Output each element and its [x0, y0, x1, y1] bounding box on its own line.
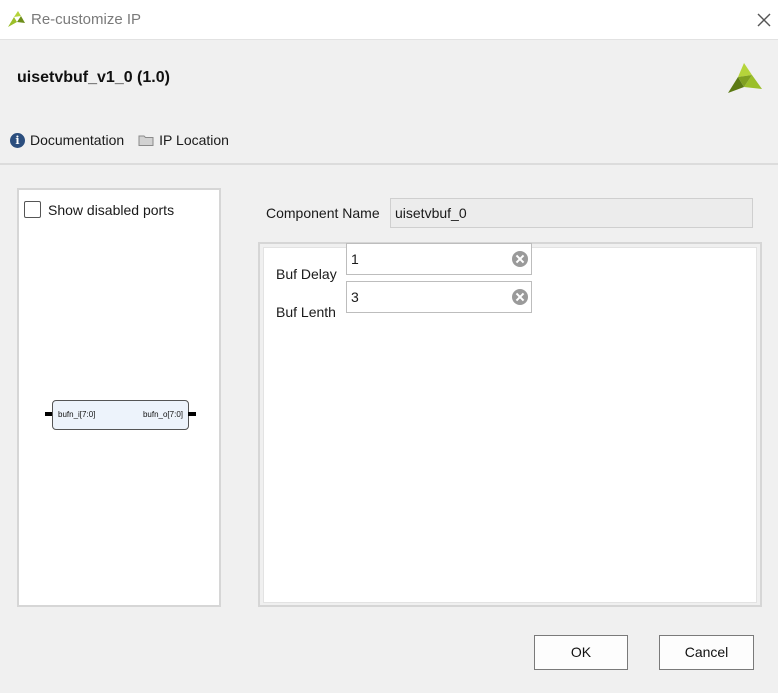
component-name-field[interactable]: uisetvbuf_0	[390, 198, 753, 228]
output-port-stub	[188, 412, 196, 416]
documentation-label: Documentation	[30, 132, 125, 148]
ip-header: uisetvbuf_v1_0 (1.0) i Documentation IP …	[0, 40, 778, 165]
cancel-button[interactable]: Cancel	[659, 635, 754, 670]
ip-name-title: uisetvbuf_v1_0 (1.0)	[17, 69, 170, 86]
ok-button[interactable]: OK	[534, 635, 628, 670]
documentation-link[interactable]: i Documentation	[10, 132, 124, 148]
info-icon: i	[10, 132, 25, 148]
buf-delay-label: Buf Delay	[276, 266, 337, 282]
parameters-area: Buf Delay 1 Buf Lenth 3	[263, 243, 757, 603]
close-icon[interactable]	[756, 12, 772, 28]
clear-icon[interactable]	[512, 251, 528, 267]
buf-lenth-input[interactable]: 3	[346, 281, 532, 313]
buf-lenth-label: Buf Lenth	[276, 304, 336, 320]
window-title: Re-customize IP	[31, 11, 142, 28]
checkbox-box[interactable]	[24, 201, 41, 218]
title-bar: Re-customize IP	[0, 0, 778, 40]
ip-location-label: IP Location	[159, 132, 229, 148]
show-disabled-ports-label: Show disabled ports	[48, 201, 175, 218]
clear-icon[interactable]	[512, 289, 528, 305]
symbol-panel: Show disabled ports bufn_i[7:0] bufn_o[7…	[17, 188, 221, 607]
ip-location-link[interactable]: IP Location	[138, 132, 229, 148]
buf-delay-input[interactable]: 1	[346, 243, 532, 275]
component-name-label: Component Name	[266, 205, 380, 221]
folder-icon	[138, 135, 154, 146]
input-port-label: bufn_i[7:0]	[58, 410, 96, 419]
xilinx-brand-icon	[728, 63, 762, 93]
parameters-panel: Buf Delay 1 Buf Lenth 3	[258, 242, 762, 607]
show-disabled-ports-checkbox[interactable]: Show disabled ports	[24, 201, 174, 218]
ip-symbol-block: bufn_i[7:0] bufn_o[7:0]	[52, 400, 189, 430]
header-links: i Documentation IP Location	[10, 132, 243, 148]
buf-lenth-value: 3	[351, 289, 359, 305]
buf-delay-value: 1	[351, 251, 359, 267]
vivado-logo-icon	[8, 11, 25, 27]
output-port-label: bufn_o[7:0]	[142, 410, 183, 419]
